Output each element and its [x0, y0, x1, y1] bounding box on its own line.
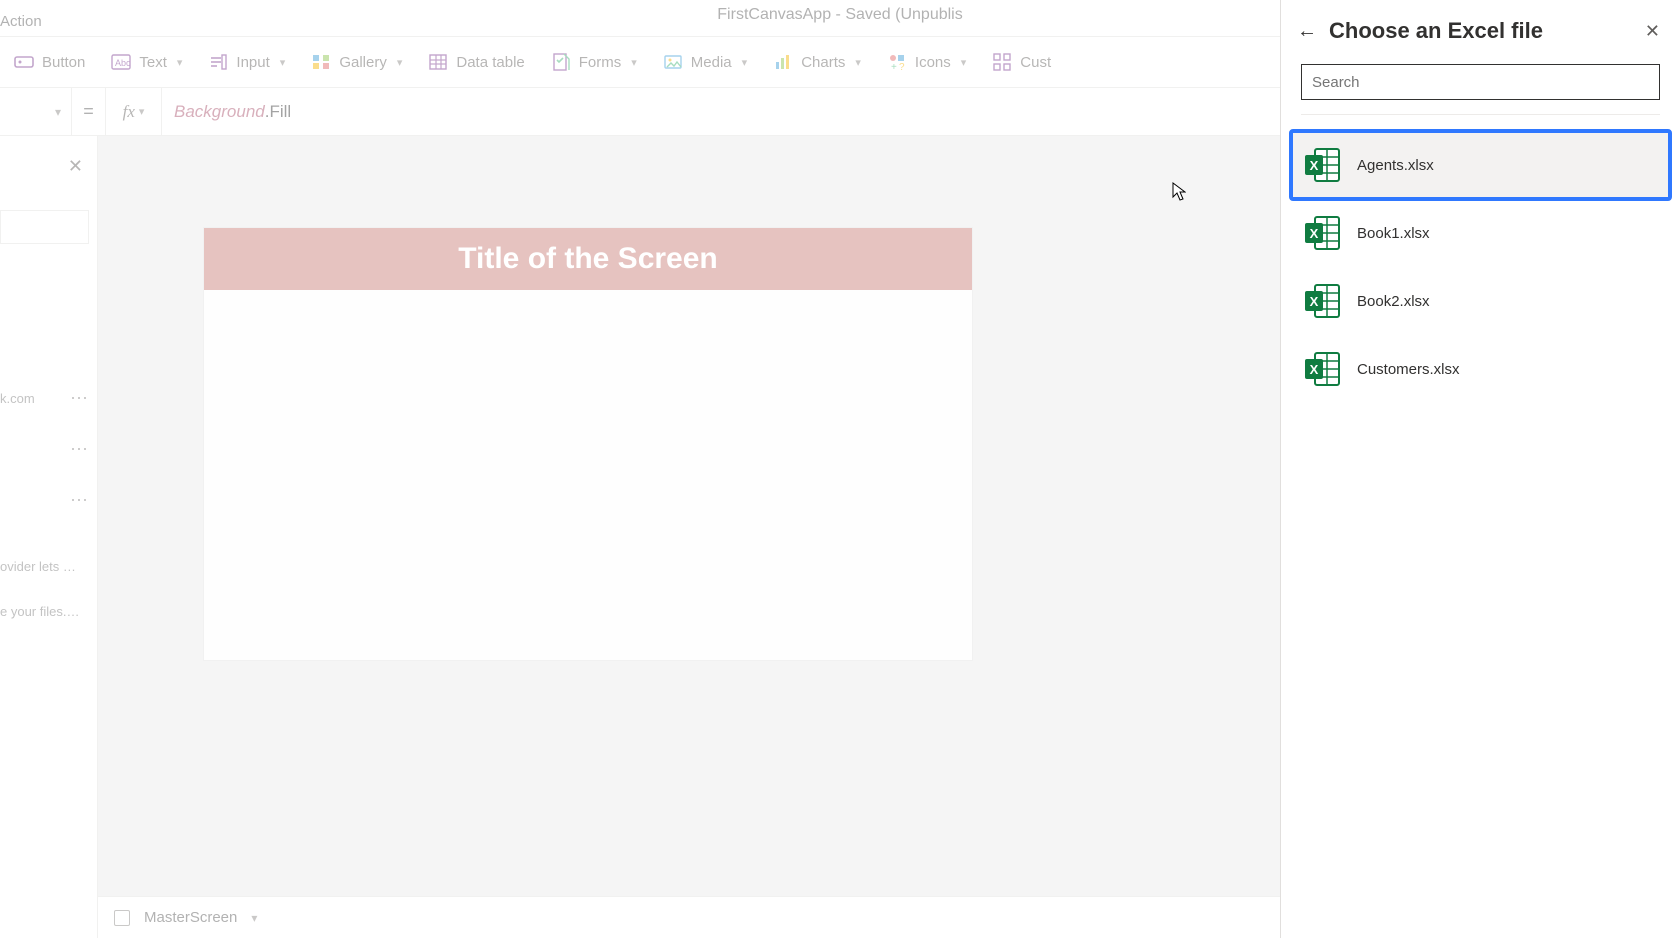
file-name-label: Book1.xlsx: [1357, 225, 1430, 242]
screen-name-label[interactable]: MasterScreen: [144, 909, 237, 926]
ribbon-data-table[interactable]: Data table: [428, 52, 524, 72]
ribbon-media[interactable]: Media: [663, 52, 747, 72]
more-icon[interactable]: ⋯: [70, 490, 89, 511]
chevron-down-icon: [177, 56, 183, 69]
button-icon: [14, 52, 34, 72]
chevron-down-icon: [280, 56, 286, 69]
svg-text:+: +: [891, 62, 897, 72]
screen-checkbox[interactable]: [114, 910, 130, 926]
file-item-customers[interactable]: Customers.xlsx: [1291, 335, 1670, 403]
chevron-down-icon: [855, 56, 861, 69]
ribbon-media-label: Media: [691, 54, 732, 71]
property-selector[interactable]: [0, 88, 72, 136]
gallery-icon: [311, 52, 331, 72]
file-list: Agents.xlsx Book1.xlsx Book2.xlsx Custom…: [1281, 131, 1680, 403]
chevron-down-icon: [397, 56, 403, 69]
media-icon: [663, 52, 683, 72]
ribbon-icons[interactable]: +? Icons: [887, 52, 966, 72]
file-name-label: Book2.xlsx: [1357, 293, 1430, 310]
svg-text:?: ?: [899, 62, 905, 72]
chevron-down-icon: [631, 56, 637, 69]
back-arrow-icon[interactable]: ←: [1297, 20, 1317, 43]
ribbon-icons-label: Icons: [915, 54, 951, 71]
left-panel: ✕ k.com ⋯ ⋯ ⋯ ovider lets you ... e your…: [0, 136, 98, 938]
forms-icon: [551, 52, 571, 72]
formula-property: Background: [174, 102, 265, 122]
ribbon-gallery[interactable]: Gallery: [311, 52, 402, 72]
left-search-box[interactable]: [0, 210, 89, 244]
fx-button[interactable]: fx: [106, 88, 162, 136]
file-name-label: Agents.xlsx: [1357, 157, 1434, 174]
ribbon-text-label: Text: [139, 54, 167, 71]
more-icon[interactable]: ⋯: [70, 388, 89, 409]
formula-rest: .Fill: [265, 102, 291, 122]
ribbon-button[interactable]: Button: [14, 52, 85, 72]
excel-file-icon: [1303, 145, 1343, 185]
file-item-book2[interactable]: Book2.xlsx: [1291, 267, 1670, 335]
panel-search: [1301, 64, 1660, 100]
ribbon-custom-label: Cust: [1020, 54, 1051, 71]
excel-file-panel: ← Choose an Excel file ✕ Agents.xlsx Boo…: [1280, 0, 1680, 938]
tab-action[interactable]: Action: [0, 5, 52, 36]
custom-icon: [992, 52, 1012, 72]
input-icon: [208, 52, 228, 72]
ribbon-input[interactable]: Input: [208, 52, 285, 72]
close-icon[interactable]: ✕: [68, 156, 83, 177]
ribbon-button-label: Button: [42, 54, 85, 71]
chevron-down-icon: [961, 56, 967, 69]
left-snippet: k.com: [0, 391, 43, 406]
chevron-down-icon: [742, 56, 748, 69]
ribbon-gallery-label: Gallery: [339, 54, 387, 71]
ribbon-charts[interactable]: Charts: [773, 52, 861, 72]
more-icon[interactable]: ⋯: [70, 439, 89, 460]
icons-icon: +?: [887, 52, 907, 72]
ribbon-charts-label: Charts: [801, 54, 845, 71]
left-snippet: ovider lets you ...: [0, 559, 89, 574]
ribbon-custom[interactable]: Cust: [992, 52, 1051, 72]
chevron-down-icon[interactable]: [251, 911, 257, 925]
excel-file-icon: [1303, 281, 1343, 321]
search-input[interactable]: [1301, 64, 1660, 100]
canvas-screen[interactable]: Title of the Screen: [204, 228, 972, 660]
excel-file-icon: [1303, 349, 1343, 389]
close-icon[interactable]: ✕: [1645, 21, 1660, 42]
panel-header: ← Choose an Excel file ✕: [1281, 0, 1680, 54]
charts-icon: [773, 52, 793, 72]
file-name-label: Customers.xlsx: [1357, 361, 1460, 378]
ribbon-text[interactable]: Abc Text: [111, 52, 182, 72]
data-table-icon: [428, 52, 448, 72]
equals-label: =: [72, 88, 106, 136]
excel-file-icon: [1303, 213, 1343, 253]
fx-label: fx: [123, 102, 135, 122]
text-icon: Abc: [111, 52, 131, 72]
ribbon-forms[interactable]: Forms: [551, 52, 637, 72]
ribbon-data-table-label: Data table: [456, 54, 524, 71]
left-snippet: e your files. Yo...: [0, 604, 89, 619]
divider: [1301, 114, 1660, 115]
file-item-book1[interactable]: Book1.xlsx: [1291, 199, 1670, 267]
ribbon-input-label: Input: [236, 54, 269, 71]
panel-title: Choose an Excel file: [1329, 18, 1633, 44]
file-item-agents[interactable]: Agents.xlsx: [1291, 131, 1670, 199]
ribbon-forms-label: Forms: [579, 54, 622, 71]
screen-title-label[interactable]: Title of the Screen: [204, 228, 972, 290]
chevron-down-icon: [139, 105, 145, 118]
chevron-down-icon: [55, 105, 61, 119]
svg-text:Abc: Abc: [115, 58, 131, 68]
